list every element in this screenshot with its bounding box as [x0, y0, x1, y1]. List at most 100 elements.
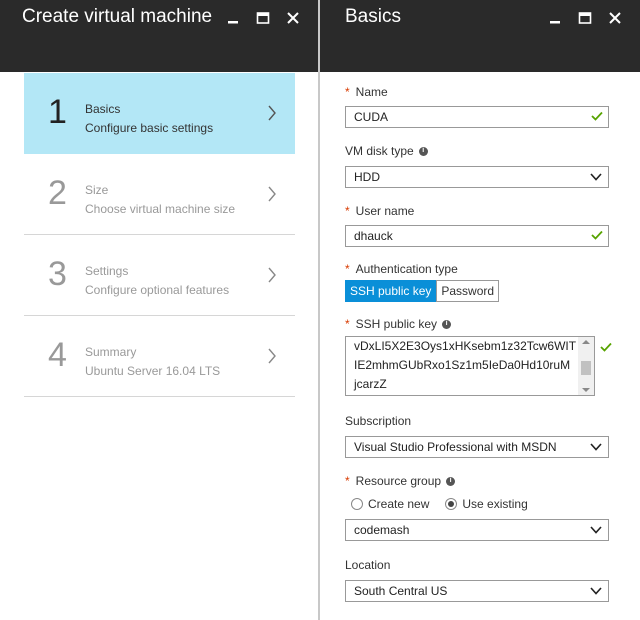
check-icon: [591, 111, 603, 121]
portal-screen: Create virtual machine 1 Basics Configur…: [0, 0, 640, 620]
vm-disk-type-label: VM disk type i: [345, 143, 609, 159]
minimize-icon: [228, 21, 238, 24]
check-icon: [591, 230, 603, 240]
chevron-down-icon: [590, 526, 602, 534]
required-asterisk: *: [345, 262, 350, 276]
name-label: * Name: [345, 84, 609, 100]
close-button[interactable]: [600, 8, 630, 28]
authentication-type-label-text: Authentication type: [355, 262, 458, 276]
blade-header: Basics: [320, 0, 640, 72]
subscription-select[interactable]: Visual Studio Professional with MSDN: [345, 436, 609, 458]
vm-disk-type-select[interactable]: HDD: [345, 166, 609, 188]
maximize-button[interactable]: [570, 8, 600, 28]
ssh-key-line: IE2mhmGUbRxo1Sz1m5IeDa0Hd10ruM: [354, 358, 571, 372]
minimize-button[interactable]: [540, 8, 570, 28]
step-size[interactable]: 2 Size Choose virtual machine size: [24, 154, 295, 235]
close-icon: [609, 12, 621, 24]
vm-disk-type-value: HDD: [354, 170, 380, 184]
wizard-steps: 1 Basics Configure basic settings 2 Size…: [24, 73, 295, 397]
ssh-key-line: vDxLI5X2E3Oys1xHKsebm1z32Tcw6WIT: [354, 339, 577, 353]
scroll-down-arrow[interactable]: [582, 388, 590, 392]
resource-group-value: codemash: [354, 523, 410, 537]
step-subtitle: Ubuntu Server 16.04 LTS: [85, 364, 221, 378]
step-subtitle: Configure optional features: [85, 283, 230, 297]
step-settings[interactable]: 3 Settings Configure optional features: [24, 235, 295, 316]
step-number: 1: [48, 93, 67, 131]
basics-blade: Basics * Name CUDA VM disk type i HDD * …: [320, 0, 640, 620]
step-subtitle: Configure basic settings: [85, 121, 214, 135]
step-title: Settings: [85, 264, 129, 278]
close-button[interactable]: [278, 8, 308, 28]
textarea-scrollbar[interactable]: [578, 337, 594, 395]
create-new-radio[interactable]: [351, 498, 363, 510]
authentication-type-toggle: SSH public key Password: [345, 280, 609, 302]
step-summary[interactable]: 4 Summary Ubuntu Server 16.04 LTS: [24, 316, 295, 397]
use-existing-radio[interactable]: [445, 498, 458, 510]
minimize-button[interactable]: [218, 8, 248, 28]
chevron-right-icon: [268, 105, 276, 121]
user-name-label: * User name: [345, 203, 609, 219]
step-title: Basics: [85, 102, 121, 116]
basics-form: * Name CUDA VM disk type i HDD * User na…: [345, 84, 612, 602]
resource-group-options: Create new Use existing: [345, 495, 609, 513]
resource-group-select[interactable]: codemash: [345, 519, 609, 541]
chevron-right-icon: [268, 348, 276, 364]
window-controls: [218, 8, 308, 28]
chevron-right-icon: [268, 267, 276, 283]
vm-disk-type-label-text: VM disk type: [345, 144, 414, 158]
info-icon: i: [418, 146, 428, 156]
check-icon: [600, 342, 612, 352]
subscription-label: Subscription: [345, 413, 609, 429]
step-title: Summary: [85, 345, 137, 359]
ssh-key-line: jcarzZ: [354, 377, 387, 391]
blade-title: Basics: [345, 6, 401, 27]
authentication-type-label: * Authentication type: [345, 261, 609, 277]
location-value: South Central US: [354, 584, 448, 598]
chevron-down-icon: [590, 587, 602, 595]
step-number: 4: [48, 336, 67, 374]
step-number: 2: [48, 174, 67, 212]
minimize-icon: [550, 21, 560, 24]
required-asterisk: *: [345, 85, 350, 99]
blade-title: Create virtual machine: [22, 6, 213, 27]
subscription-value: Visual Studio Professional with MSDN: [354, 440, 557, 454]
name-input[interactable]: CUDA: [345, 106, 609, 128]
step-title: Size: [85, 183, 109, 197]
info-icon: i: [442, 319, 452, 329]
name-value: CUDA: [354, 110, 389, 124]
create-new-label[interactable]: Create new: [368, 497, 429, 511]
ssh-key-field: vDxLI5X2E3Oys1xHKsebm1z32Tcw6WIT IE2mhmG…: [345, 336, 612, 396]
scroll-up-arrow[interactable]: [582, 340, 590, 344]
info-icon: i: [446, 476, 456, 486]
create-vm-blade: Create virtual machine 1 Basics Configur…: [0, 0, 318, 620]
maximize-icon: [256, 12, 270, 24]
maximize-button[interactable]: [248, 8, 278, 28]
user-name-label-text: User name: [355, 204, 415, 218]
close-icon: [287, 12, 299, 24]
maximize-icon: [578, 12, 592, 24]
step-basics[interactable]: 1 Basics Configure basic settings: [24, 73, 295, 154]
user-name-value: dhauck: [354, 229, 393, 243]
step-number: 3: [48, 255, 67, 293]
location-label: Location: [345, 557, 609, 573]
location-label-text: Location: [345, 558, 391, 572]
user-name-input[interactable]: dhauck: [345, 225, 609, 247]
ssh-public-key-textarea[interactable]: vDxLI5X2E3Oys1xHKsebm1z32Tcw6WIT IE2mhmG…: [345, 336, 595, 396]
use-existing-label[interactable]: Use existing: [462, 497, 527, 511]
chevron-right-icon: [268, 186, 276, 202]
password-option[interactable]: Password: [436, 280, 500, 302]
step-subtitle: Choose virtual machine size: [85, 202, 236, 216]
name-label-text: Name: [355, 85, 388, 99]
ssh-public-key-label-text: SSH public key: [355, 317, 438, 331]
required-asterisk: *: [345, 317, 350, 331]
window-controls: [540, 8, 630, 28]
resource-group-label-text: Resource group: [355, 474, 442, 488]
ssh-public-key-label: * SSH public key i: [345, 316, 609, 332]
location-select[interactable]: South Central US: [345, 580, 609, 602]
ssh-public-key-option[interactable]: SSH public key: [345, 280, 437, 302]
required-asterisk: *: [345, 204, 350, 218]
resource-group-label: * Resource group i: [345, 473, 609, 489]
scroll-thumb[interactable]: [581, 361, 591, 375]
chevron-down-icon: [590, 173, 602, 181]
blade-header: Create virtual machine: [0, 0, 318, 72]
